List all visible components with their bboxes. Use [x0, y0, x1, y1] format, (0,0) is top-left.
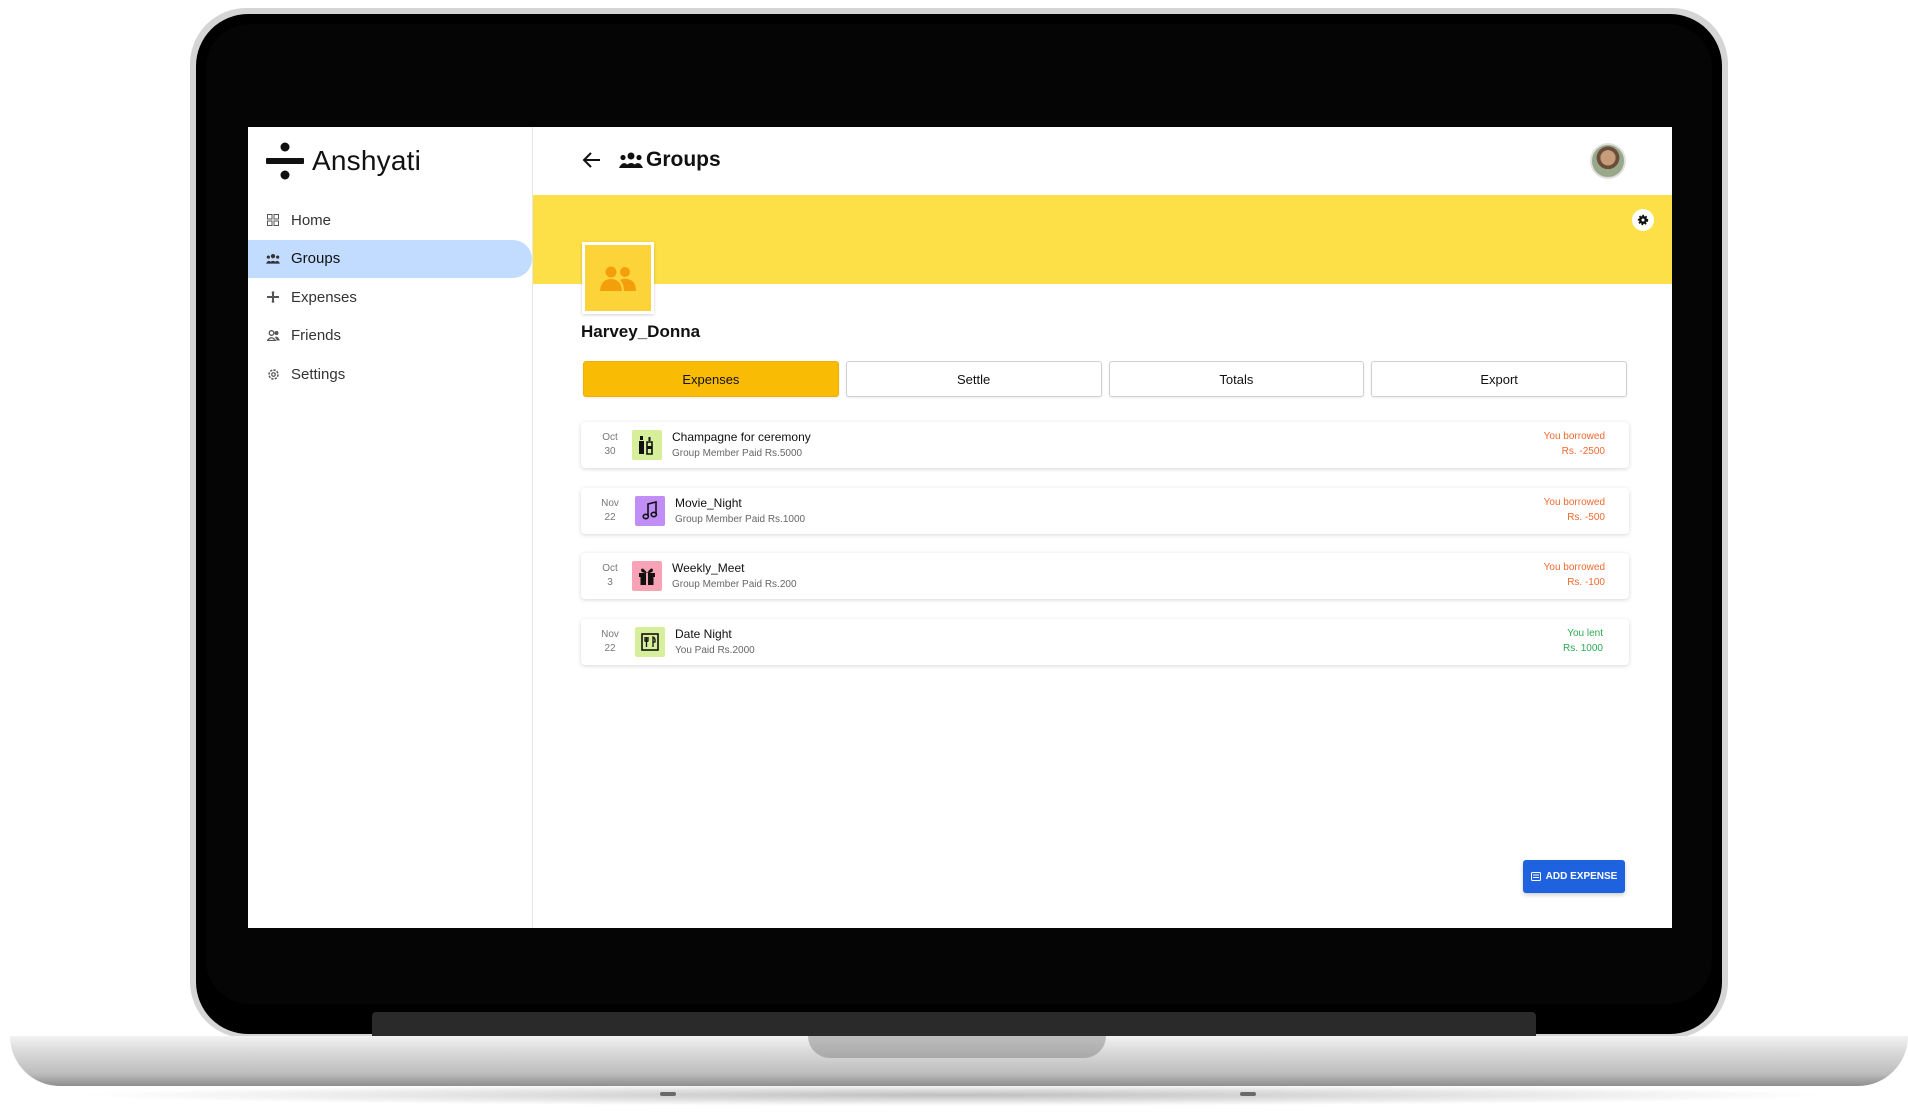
brand[interactable]: Anshyati: [266, 141, 421, 181]
tab-export[interactable]: Export: [1371, 361, 1627, 397]
expense-day: 22: [604, 642, 616, 654]
group-avatar: [582, 242, 654, 314]
top-bar: Groups: [533, 127, 1672, 195]
group-tabs: Expenses Settle Totals Export: [583, 361, 1627, 397]
friends-icon: [266, 329, 280, 343]
balance-status: You lent: [1567, 627, 1603, 639]
expense-balance: You borrowed Rs. -2500: [1544, 429, 1605, 459]
expense-day: 3: [607, 577, 613, 588]
sidebar-item-label: Expenses: [291, 288, 357, 306]
arrow-left-icon[interactable]: [581, 149, 603, 171]
gear-icon[interactable]: [1632, 209, 1654, 231]
laptop-notch: [808, 1036, 1106, 1058]
expense-month: Nov: [601, 628, 619, 640]
receipt-icon: [1530, 872, 1541, 881]
balance-status: You borrowed: [1543, 496, 1605, 508]
category-tile: [635, 495, 665, 526]
sidebar-item-home[interactable]: Home: [248, 201, 532, 239]
avatar[interactable]: [1590, 143, 1626, 179]
music-note-icon: [642, 500, 658, 520]
group-banner: [533, 195, 1672, 284]
group-name: Harvey_Donna: [581, 322, 701, 341]
bottle-icon: [639, 436, 653, 455]
sidebar-item-label: Groups: [291, 250, 341, 268]
expense-month: Nov: [601, 497, 619, 509]
laptop-foot: [660, 1092, 676, 1096]
groups-icon: [266, 252, 280, 266]
expense-subtitle: You Paid Rs.2000: [675, 644, 755, 656]
sidebar-item-settings[interactable]: Settings: [248, 355, 532, 393]
sidebar-item-label: Settings: [291, 365, 346, 383]
expense-date: Nov 22: [597, 628, 623, 656]
expense-subtitle: Group Member Paid Rs.5000: [672, 448, 803, 459]
balance-amount: Rs. 1000: [1562, 642, 1603, 654]
list-item[interactable]: Nov 22 Movie_Night Group Member Paid Rs.…: [581, 487, 1629, 534]
brand-name: Anshyati: [312, 145, 421, 176]
tab-settle[interactable]: Settle: [845, 361, 1102, 397]
expense-date: Oct 30: [597, 431, 623, 459]
laptop-shadow: [70, 1084, 1840, 1106]
gift-icon: [639, 568, 655, 585]
balance-amount: Rs. -100: [1567, 577, 1605, 588]
expenses-icon: [266, 290, 280, 304]
list-item[interactable]: Oct 3 Weekly_Meet Group Member Paid Rs.2…: [581, 553, 1629, 599]
restaurant-icon: [641, 632, 659, 651]
laptop-hinge: [372, 1012, 1536, 1038]
expense-title: Date Night: [675, 626, 732, 641]
sidebar-item-label: Home: [291, 211, 332, 229]
divide-logo-icon: [266, 142, 304, 180]
balance-status: You borrowed: [1543, 562, 1605, 573]
expense-month: Oct: [602, 432, 618, 443]
groups-icon: [619, 152, 643, 168]
list-item[interactable]: Oct 30 Champagne for ceremony Group Memb…: [581, 422, 1629, 468]
expense-subtitle: Group Member Paid Rs.1000: [675, 513, 806, 525]
settings-icon: [266, 367, 280, 381]
sidebar-nav: Home Groups Expenses Friends Settings: [248, 201, 532, 394]
page-title: Groups: [646, 148, 721, 171]
expense-day: 30: [604, 446, 616, 457]
expense-date: Oct 3: [597, 562, 623, 590]
balance-status: You borrowed: [1543, 431, 1605, 442]
expense-day: 22: [604, 511, 616, 523]
sidebar-item-expenses[interactable]: Expenses: [248, 278, 532, 316]
add-expense-label: ADD EXPENSE: [1545, 871, 1618, 882]
sidebar-item-groups[interactable]: Groups: [248, 239, 532, 278]
expense-balance: You borrowed Rs. -100: [1544, 560, 1605, 590]
category-tile: [632, 561, 662, 591]
expense-list: Oct 30 Champagne for ceremony Group Memb…: [581, 422, 1629, 684]
sidebar-item-friends[interactable]: Friends: [248, 317, 532, 355]
add-expense-button[interactable]: ADD EXPENSE: [1523, 860, 1625, 893]
sidebar-item-label: Friends: [291, 327, 342, 345]
expense-title: Weekly_Meet: [672, 561, 745, 575]
list-item[interactable]: Nov 22 Date Night You Paid Rs.2000 You l…: [581, 618, 1629, 665]
dashboard-icon: [266, 213, 280, 227]
expense-subtitle: Group Member Paid Rs.200: [672, 579, 797, 590]
laptop-foot: [1240, 1092, 1256, 1096]
expense-balance: You lent Rs. 1000: [1563, 626, 1603, 656]
expense-balance: You borrowed Rs. -500: [1544, 495, 1605, 525]
category-tile: [635, 626, 665, 657]
tab-expenses[interactable]: Expenses: [583, 361, 839, 397]
main-content: Groups Harvey_Donna Expenses Settle Tota…: [533, 127, 1672, 928]
expense-title: Champagne for ceremony: [672, 430, 811, 444]
app-screen: Anshyati Home Groups Expenses Friends Se…: [248, 127, 1672, 928]
tab-totals[interactable]: Totals: [1108, 361, 1365, 397]
category-tile: [632, 430, 662, 460]
group-people-icon: [600, 266, 636, 291]
sidebar: Anshyati Home Groups Expenses Friends Se…: [248, 127, 533, 928]
expense-date: Nov 22: [597, 497, 623, 525]
expense-title: Movie_Night: [675, 495, 742, 510]
expense-month: Oct: [602, 563, 618, 574]
balance-amount: Rs. -2500: [1561, 446, 1605, 457]
balance-amount: Rs. -500: [1567, 511, 1605, 523]
